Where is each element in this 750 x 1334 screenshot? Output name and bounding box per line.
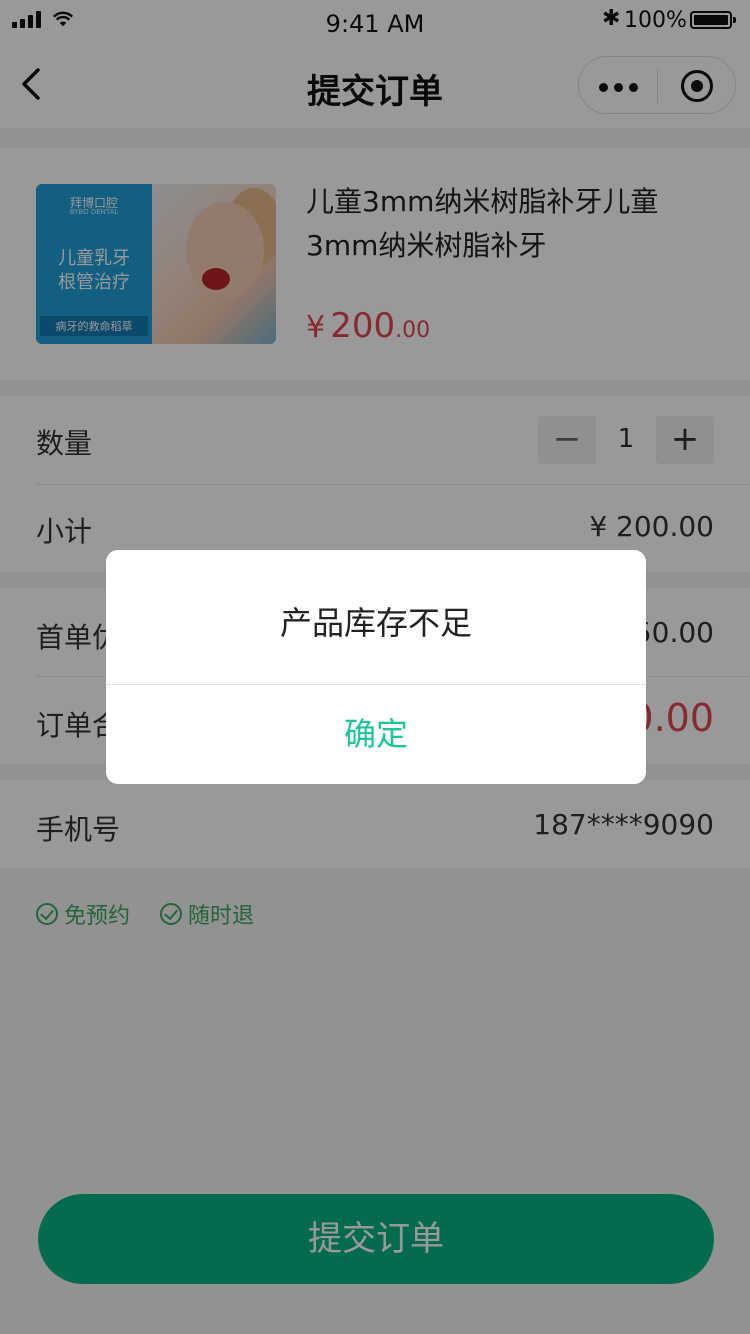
dialog-message: 产品库存不足 (279, 604, 472, 642)
alert-dialog: 产品库存不足 确定 (106, 550, 646, 784)
dialog-confirm-button[interactable]: 确定 (106, 685, 646, 784)
